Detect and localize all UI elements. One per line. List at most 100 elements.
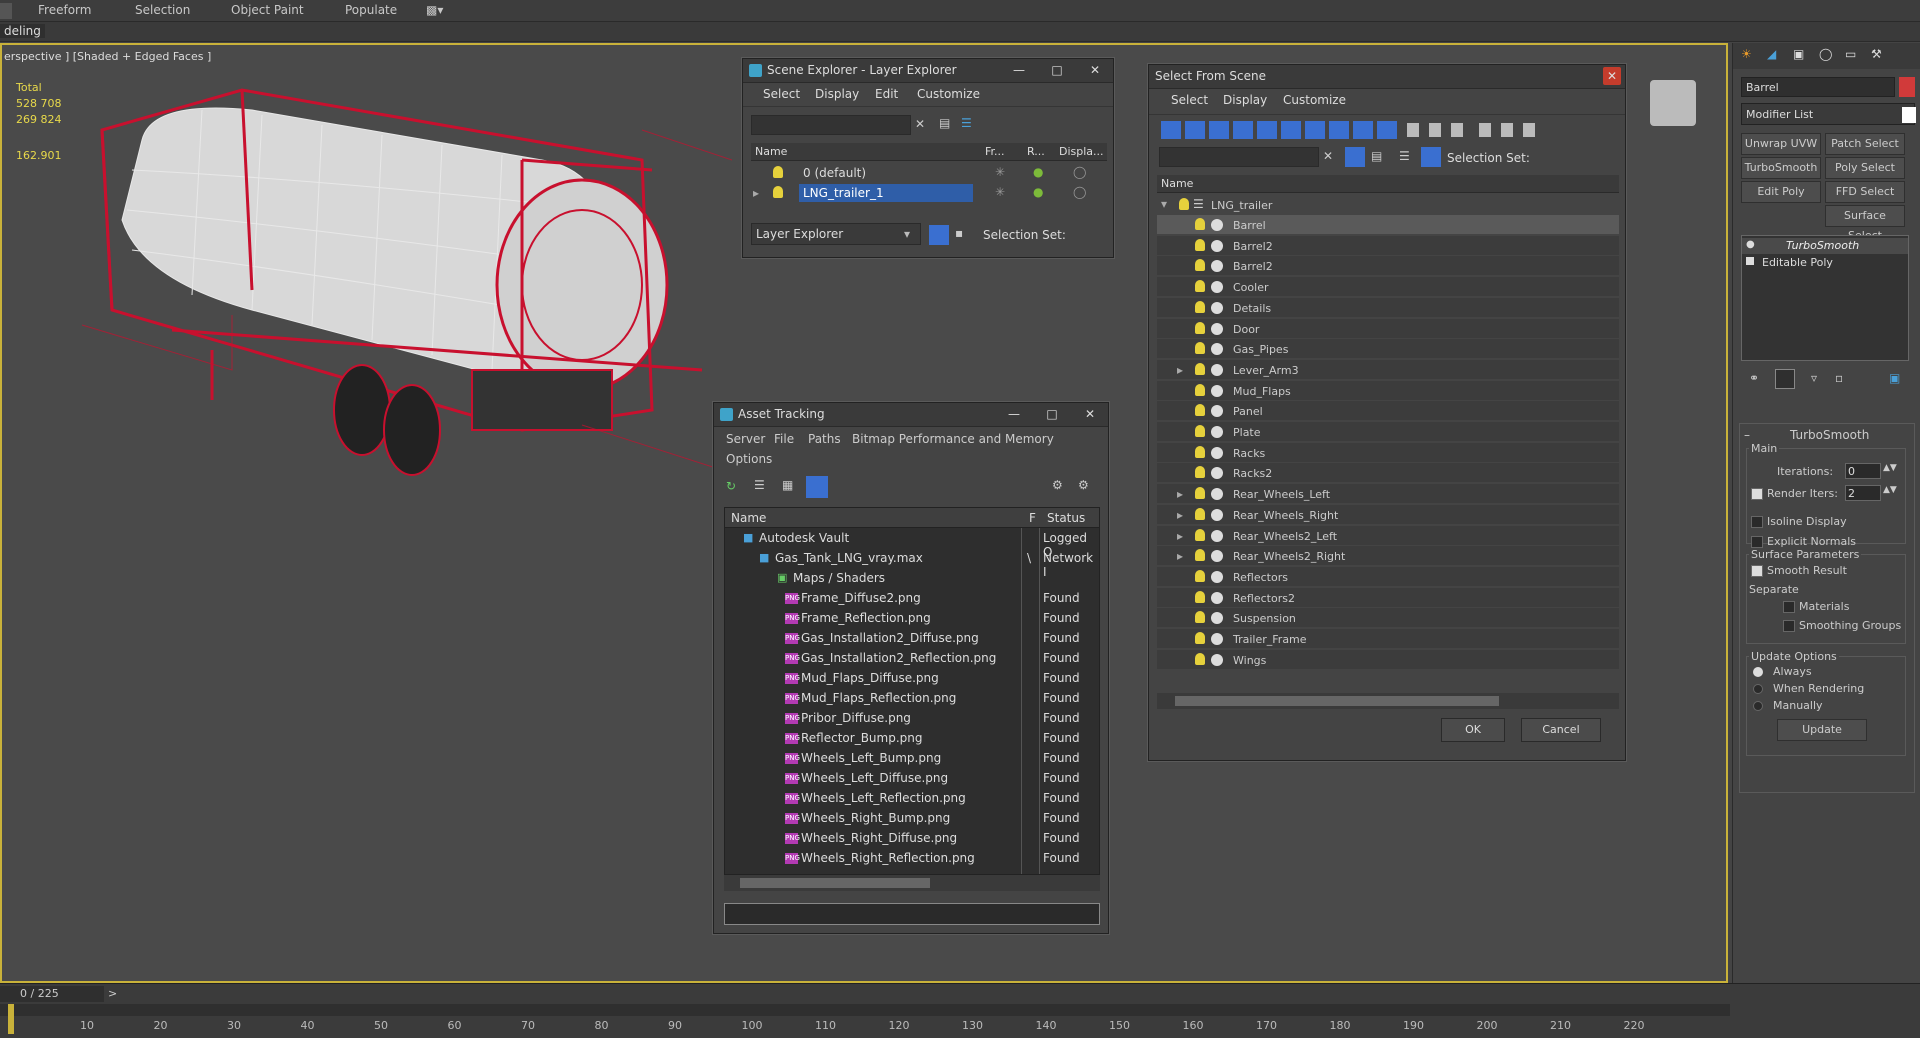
- modifier-list-dropdown[interactable]: Modifier List: [1741, 103, 1916, 125]
- ribbon-tab-populate[interactable]: Populate: [345, 3, 397, 17]
- light-bulb-icon[interactable]: [1195, 300, 1205, 313]
- light-bulb-icon[interactable]: [773, 166, 783, 178]
- close-icon[interactable]: ✕: [1603, 67, 1621, 85]
- object-color-swatch[interactable]: [1899, 77, 1915, 97]
- update-button[interactable]: Update: [1777, 719, 1867, 741]
- menu-select[interactable]: Select: [763, 87, 800, 101]
- asset-row[interactable]: PNG Mud_Flaps_Diffuse.png Found: [725, 668, 1099, 688]
- cancel-button[interactable]: Cancel: [1521, 718, 1601, 742]
- explorer-type-dropdown[interactable]: Layer Explorer ▾: [751, 223, 921, 245]
- asset-row[interactable]: PNG Wheels_Right_Diffuse.png Found: [725, 828, 1099, 848]
- bulb-icon[interactable]: ●: [1746, 239, 1755, 250]
- ffd-select-button[interactable]: FFD Select: [1825, 181, 1905, 203]
- sfs-item[interactable]: Mud_Flaps: [1157, 380, 1619, 401]
- light-bulb-icon[interactable]: [1195, 404, 1205, 417]
- ribbon-options-icon[interactable]: ▩▾: [426, 3, 443, 17]
- find-case-icon[interactable]: ▤: [1371, 149, 1382, 163]
- expand-arrow-icon[interactable]: ▸: [1177, 487, 1183, 501]
- iterations-spinner[interactable]: 0: [1845, 463, 1881, 479]
- spinner-arrows-icon[interactable]: ▲▼: [1883, 485, 1897, 495]
- clear-search-icon[interactable]: ✕: [1323, 149, 1333, 163]
- ribbon-tab-object-paint[interactable]: Object Paint: [231, 3, 304, 17]
- filter-toolbar-icons[interactable]: [1159, 119, 1613, 141]
- select-from-scene-titlebar[interactable]: Select From Scene ✕: [1149, 65, 1625, 89]
- menu-bitmap-performance[interactable]: Bitmap Performance and Memory: [852, 432, 1054, 446]
- rollout-title[interactable]: TurboSmooth: [1790, 428, 1869, 442]
- object-name-field[interactable]: Barrel: [1741, 77, 1895, 97]
- light-bulb-icon[interactable]: [1195, 362, 1205, 375]
- trailer-model[interactable]: [82, 70, 732, 550]
- light-bulb-icon[interactable]: [773, 186, 783, 198]
- sfs-item[interactable]: Barrel2: [1157, 235, 1619, 256]
- refresh-icon[interactable]: ↻: [726, 479, 736, 493]
- asset-row[interactable]: PNG Frame_Reflection.png Found: [725, 608, 1099, 628]
- sfs-item[interactable]: Gas_Pipes: [1157, 339, 1619, 360]
- explicit-normals-checkbox[interactable]: [1751, 536, 1763, 548]
- layers-icon[interactable]: ☰: [1399, 149, 1410, 163]
- light-bulb-icon[interactable]: [1195, 466, 1205, 479]
- light-bulb-icon[interactable]: [1195, 487, 1205, 500]
- sfs-item[interactable]: Suspension: [1157, 608, 1619, 629]
- menu-select[interactable]: Select: [1171, 93, 1208, 107]
- expand-arrow-icon[interactable]: ▸: [1177, 549, 1183, 563]
- light-bulb-icon[interactable]: [1195, 507, 1205, 520]
- asset-row[interactable]: PNG Wheels_Left_Diffuse.png Found: [725, 768, 1099, 788]
- horizontal-scrollbar[interactable]: [1157, 693, 1619, 709]
- col-display[interactable]: Displa...: [1059, 145, 1104, 158]
- light-bulb-icon[interactable]: [1195, 218, 1205, 230]
- when-rendering-radio[interactable]: [1753, 684, 1763, 694]
- layer-row[interactable]: 0 (default) ✳ ● ◯: [751, 163, 1107, 183]
- utilities-tab-icon[interactable]: ⚒: [1871, 47, 1882, 61]
- stack-item-turbosmooth[interactable]: ● TurboSmooth: [1742, 238, 1908, 254]
- ribbon-tab-selection[interactable]: Selection: [135, 3, 190, 17]
- ribbon-tab-freeform[interactable]: Freeform: [38, 3, 91, 17]
- asset-row[interactable]: PNG Wheels_Left_Reflection.png Found: [725, 788, 1099, 808]
- col-name[interactable]: Name: [731, 511, 766, 525]
- filter-icon[interactable]: [1345, 147, 1365, 167]
- pin-stack-icon[interactable]: ⚭: [1749, 371, 1759, 385]
- hierarchy-icon[interactable]: ▪: [955, 226, 963, 240]
- display-icon[interactable]: ◯: [1073, 165, 1086, 179]
- light-bulb-icon[interactable]: [1195, 611, 1205, 624]
- light-bulb-icon[interactable]: [1195, 321, 1205, 334]
- sfs-item[interactable]: Details: [1157, 297, 1619, 318]
- turbosmooth-button[interactable]: TurboSmooth: [1741, 157, 1821, 179]
- track-bar[interactable]: [0, 1004, 1730, 1016]
- layer-row[interactable]: ▸ LNG_trailer_1 ✳ ● ◯: [751, 183, 1107, 203]
- sfs-root-row[interactable]: ▾ ☰ LNG_trailer: [1157, 195, 1619, 215]
- light-bulb-icon[interactable]: [1195, 280, 1205, 293]
- asset-row[interactable]: ■ Gas_Tank_LNG_vray.max \ Network I: [725, 548, 1099, 579]
- freeze-icon[interactable]: ✳: [995, 185, 1005, 199]
- asset-row[interactable]: PNG Reflector_Bump.png Found: [725, 728, 1099, 748]
- scene-explorer-titlebar[interactable]: Scene Explorer - Layer Explorer — □ ✕: [743, 59, 1113, 83]
- sfs-item[interactable]: Wings: [1157, 649, 1619, 670]
- ok-button[interactable]: OK: [1441, 718, 1505, 742]
- horizontal-scrollbar[interactable]: [724, 875, 1100, 891]
- hierarchy-tab-icon[interactable]: ▣: [1793, 47, 1804, 61]
- light-bulb-icon[interactable]: [1195, 445, 1205, 458]
- ribbon-toggle[interactable]: [0, 3, 12, 19]
- isoline-checkbox[interactable]: [1751, 516, 1763, 528]
- col-freeze[interactable]: Fr...: [985, 145, 1005, 158]
- rollout-collapse-icon[interactable]: –: [1744, 428, 1750, 442]
- settings-icon[interactable]: ⚙: [1078, 478, 1089, 492]
- make-unique-icon[interactable]: ▿: [1811, 371, 1817, 385]
- sfs-item[interactable]: ▸ Rear_Wheels2_Left: [1157, 525, 1619, 546]
- light-bulb-icon[interactable]: [1195, 590, 1205, 603]
- asset-row[interactable]: ▣ Maps / Shaders: [725, 568, 1099, 588]
- sfs-item[interactable]: Racks: [1157, 442, 1619, 463]
- edit-poly-button[interactable]: Edit Poly: [1741, 181, 1821, 203]
- asset-row[interactable]: PNG Pribor_Diffuse.png Found: [725, 708, 1099, 728]
- remove-modifier-icon[interactable]: ▫: [1835, 371, 1843, 385]
- light-bulb-icon[interactable]: [1195, 549, 1205, 562]
- menu-display[interactable]: Display: [1223, 93, 1267, 107]
- col-name[interactable]: Name: [1161, 177, 1193, 190]
- materials-checkbox[interactable]: [1783, 601, 1795, 613]
- next-frame-icon[interactable]: >: [108, 987, 117, 1000]
- select-search[interactable]: [1159, 147, 1319, 167]
- light-bulb-icon[interactable]: [1195, 425, 1205, 437]
- surface-select-button[interactable]: Surface Select: [1825, 205, 1905, 242]
- menu-customize[interactable]: Customize: [1283, 93, 1346, 107]
- motion-tab-icon[interactable]: ◯: [1819, 47, 1832, 61]
- maximize-icon[interactable]: □: [1040, 405, 1064, 423]
